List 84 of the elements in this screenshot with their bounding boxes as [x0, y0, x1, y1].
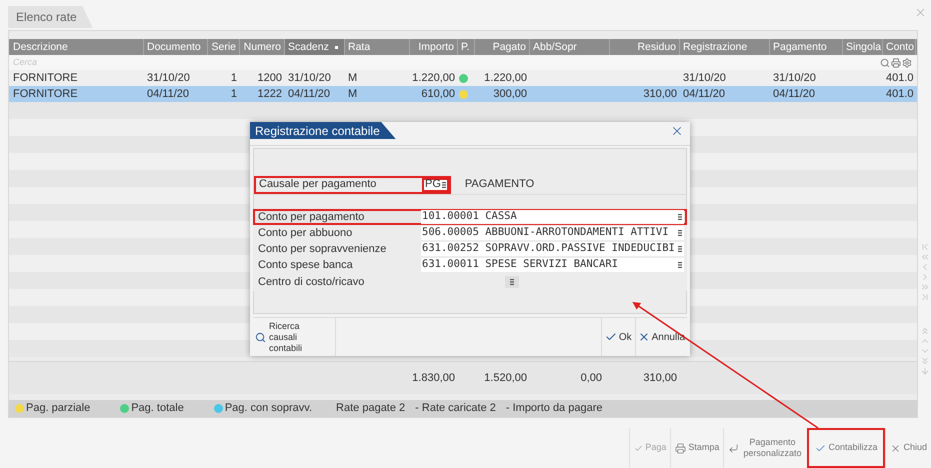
nav-icon[interactable]	[920, 252, 930, 262]
field-label: Conto per sopravvenienze	[257, 242, 388, 257]
ok-button[interactable]: Ok	[600, 318, 635, 356]
summary-text: Rate pagate 2	[336, 401, 406, 416]
table-cell-text: 401.0	[886, 71, 914, 86]
search-icon	[255, 332, 266, 342]
table-cell-text: 310,00	[643, 87, 677, 102]
code-description: PAGAMENTO	[464, 177, 534, 192]
field-label: Centro di costo/ricavo	[257, 274, 366, 290]
account-field[interactable]: 101.00001 CASSA	[421, 210, 684, 224]
table-row[interactable]: FORNITORE 04/11/20 1 1222 04/11/20 M 610,00 300,00 310,00 04/11/20 04/11/20 401.0	[9, 86, 917, 102]
lookup-icon[interactable]	[678, 230, 682, 236]
code-field[interactable]: PG	[422, 178, 449, 192]
account-field[interactable]: 631.00252 SOPRAVV.ORD.PASSIVE INDEDUCIBI	[421, 242, 684, 256]
toolbar-button[interactable]: Chiud	[885, 428, 931, 468]
close-icon	[890, 442, 902, 454]
lookup-icon[interactable]	[678, 262, 682, 268]
field-label: Conto per pagamento	[257, 210, 366, 225]
table-cell-text: 401.0	[886, 87, 914, 102]
nav-icon[interactable]	[920, 292, 930, 302]
legend-label: Pag. con sopravv.	[224, 401, 312, 416]
nav-icon[interactable]	[920, 366, 930, 376]
printer-icon[interactable]	[891, 58, 901, 68]
table-row[interactable]: FORNITORE 31/10/20 1 1200 31/10/20 M 1.220,00 1.220,00 31/10/20 31/10/20 401.0	[9, 70, 917, 86]
table-cell-text: 1.220,00	[484, 71, 527, 86]
lookup-icon[interactable]	[510, 279, 514, 285]
tab[interactable]: Elenco rate	[8, 6, 93, 28]
nav-icon[interactable]	[920, 356, 930, 366]
legend-label: Pag. parziale	[26, 401, 90, 416]
nav-icon[interactable]	[920, 326, 930, 336]
check-icon	[604, 331, 617, 343]
table-cell-text: 04/11/20	[147, 87, 190, 102]
field-label: Causale per pagamento	[258, 177, 378, 192]
table-cell-text: 1.220,00	[412, 71, 455, 86]
toolbar-button[interactable]: Stampa	[670, 428, 724, 468]
table-cell-text: FORNITORE	[13, 87, 78, 102]
close-icon	[638, 331, 650, 343]
table-cell-text: 1200	[258, 71, 282, 86]
summary-text: - Rate caricate 2	[415, 401, 496, 416]
close-icon[interactable]	[670, 124, 684, 138]
total-value: 310,00	[643, 370, 677, 386]
account-field[interactable]: 506.00005 ABBUONI-ARROTONDAMENTI ATTIVI	[421, 226, 684, 240]
table-cell-text: 31/10/20	[683, 71, 726, 86]
table-cell-text: 1	[230, 71, 237, 86]
printer-icon	[675, 442, 686, 454]
check-icon	[634, 444, 644, 452]
lookup-icon[interactable]	[442, 182, 446, 188]
table-cell-text: M	[348, 71, 358, 86]
check-icon	[815, 442, 826, 454]
dialog-title: Registrazione contabile	[250, 122, 396, 139]
field-label: Conto spese banca	[257, 258, 354, 273]
table-cell-text: 31/10/20	[147, 71, 190, 86]
search-icon[interactable]	[880, 58, 890, 68]
field-label: Conto per abbuono	[257, 226, 354, 241]
toolbar-button[interactable]: Pagamento personalizzato	[723, 428, 808, 468]
nav-icon[interactable]	[920, 282, 930, 292]
column-header[interactable]: Abb/Sopr	[530, 39, 610, 55]
table-cell-text: M	[348, 87, 358, 102]
toolbar-button[interactable]: Contabilizza	[807, 428, 886, 468]
table-cell-text: 31/10/20	[773, 71, 816, 86]
table-cell-text: 610,00	[421, 87, 455, 102]
return-arrow-icon	[728, 442, 740, 454]
lookup-icon[interactable]	[678, 246, 682, 252]
total-value: 1.520,00	[484, 370, 527, 386]
account-field[interactable]: 631.00011 SPESE SERVIZI BANCARI	[421, 258, 684, 272]
total-value: 1.830,00	[412, 370, 455, 386]
table-cell-text: 04/11/20	[288, 87, 330, 102]
search-causali-button[interactable]: Ricerca causali contabili	[253, 318, 336, 356]
table-cell-text: FORNITORE	[13, 71, 78, 86]
cancel-button[interactable]: Annulla	[634, 318, 687, 356]
column-header[interactable]: Scadenz	[285, 39, 345, 55]
table-cell-text: 04/11/20	[773, 87, 816, 102]
settings-icon[interactable]	[902, 58, 912, 68]
table-cell-text: 31/10/20	[288, 71, 331, 86]
nav-icon[interactable]	[920, 242, 930, 252]
lookup-icon[interactable]	[678, 214, 682, 220]
table-cell-text: 1	[230, 87, 237, 102]
summary-text: - Importo da pagare	[506, 401, 602, 416]
table-cell-text: 300,00	[493, 87, 527, 102]
legend-label: Pag. totale	[131, 401, 184, 416]
table-cell-text: 04/11/20	[683, 87, 726, 102]
total-value: 0,00	[580, 370, 602, 386]
sort-icon	[334, 46, 338, 48]
table-cell-text: 1222	[258, 87, 282, 102]
